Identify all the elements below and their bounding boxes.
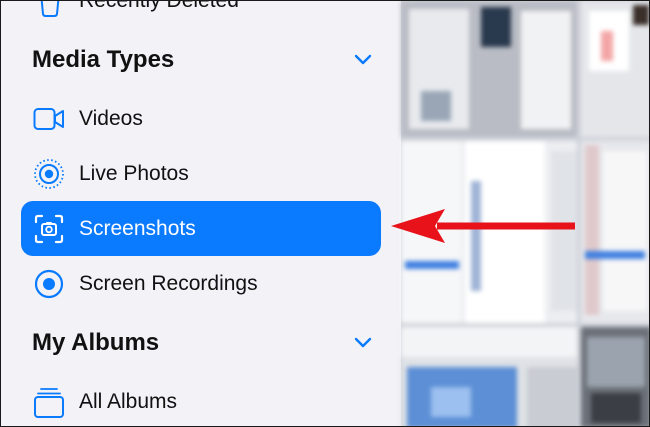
selection-highlight bbox=[21, 201, 381, 256]
photo-thumbnail[interactable] bbox=[581, 141, 649, 323]
sidebar-item-live-photos[interactable]: Live Photos bbox=[1, 146, 401, 201]
screenshot-icon bbox=[33, 213, 65, 245]
sidebar-item-label: Screen Recordings bbox=[79, 271, 258, 295]
live-photo-icon bbox=[33, 158, 65, 190]
red-pointer-arrow-icon bbox=[391, 209, 575, 243]
photos-app-window: Recently Deleted Media Types Videos bbox=[0, 0, 650, 427]
video-camera-icon bbox=[33, 103, 65, 135]
section-title: Media Types bbox=[32, 46, 175, 73]
sidebar-item-label: All Albums bbox=[79, 389, 178, 413]
screen-recording-icon bbox=[33, 268, 65, 300]
section-title: My Albums bbox=[32, 329, 160, 356]
photo-thumbnail[interactable] bbox=[581, 1, 649, 137]
chevron-down-icon[interactable] bbox=[353, 53, 373, 67]
trash-icon bbox=[37, 1, 69, 17]
sidebar-item-recently-deleted[interactable]: Recently Deleted bbox=[1, 1, 401, 28]
sidebar-item-label: Videos bbox=[79, 106, 143, 130]
sidebar-item-label: Screenshots bbox=[79, 216, 196, 240]
sidebar-item-videos[interactable]: Videos bbox=[1, 91, 401, 146]
my-albums-section-header[interactable]: My Albums bbox=[1, 318, 401, 368]
sidebar-item-all-albums[interactable]: All Albums bbox=[1, 374, 401, 426]
albums-stack-icon bbox=[33, 386, 65, 418]
media-types-section-header[interactable]: Media Types bbox=[1, 35, 401, 85]
sidebar-item-screen-recordings[interactable]: Screen Recordings bbox=[1, 256, 401, 311]
sidebar-item-label: Recently Deleted bbox=[79, 1, 239, 13]
chevron-down-icon[interactable] bbox=[353, 336, 373, 350]
photo-thumbnail[interactable] bbox=[401, 1, 577, 137]
photo-thumbnail[interactable] bbox=[581, 327, 649, 426]
photo-thumbnail[interactable] bbox=[401, 327, 577, 426]
sidebar-item-screenshots[interactable]: Screenshots bbox=[1, 201, 401, 256]
sidebar-item-label: Live Photos bbox=[79, 161, 189, 185]
sidebar: Recently Deleted Media Types Videos bbox=[1, 1, 401, 426]
